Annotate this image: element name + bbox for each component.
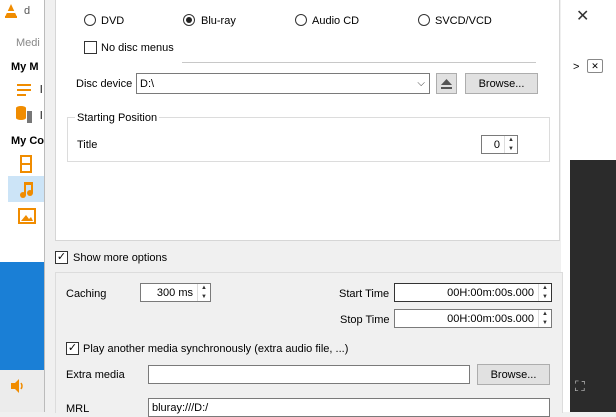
play-sync-checkbox[interactable]: ✓: [66, 342, 79, 355]
title-spinbox[interactable]: 0 ▲ ▼: [481, 135, 518, 154]
start-time-label: Start Time: [339, 288, 390, 300]
vlc-logo-icon: [4, 4, 18, 18]
disc-device-value: D:\: [140, 77, 155, 90]
eject-button[interactable]: [436, 73, 457, 94]
media-library-icon[interactable]: [14, 104, 34, 124]
videos-icon[interactable]: [16, 154, 36, 174]
disc-type-svcd-radio[interactable]: [418, 14, 430, 26]
disc-type-audiocd-radio[interactable]: [295, 14, 307, 26]
disc-type-audiocd-label: Audio CD: [312, 15, 360, 27]
pictures-icon[interactable]: [17, 206, 37, 226]
starting-position-title: Starting Position: [75, 112, 160, 124]
open-media-dialog: DVD Blu-ray Audio CD SVCD/VCD No disc me…: [44, 0, 563, 417]
disc-device-combobox[interactable]: D:\ ⌵: [136, 73, 430, 94]
eject-icon: [441, 78, 452, 89]
background-control-bar: [0, 370, 44, 412]
disc-type-bluray-label: Blu-ray: [201, 15, 236, 27]
stop-time-value: 00H:00m:00s.000: [447, 312, 534, 325]
extra-media-browse-button[interactable]: Browse...: [477, 364, 550, 385]
close-icon[interactable]: ✕: [576, 6, 589, 26]
disc-type-bluray-radio[interactable]: [183, 14, 195, 26]
mrl-label: MRL: [66, 403, 90, 415]
disc-type-dvd-label: DVD: [101, 15, 125, 27]
title-label: Title: [77, 139, 98, 151]
clear-search-icon[interactable]: ✕: [587, 59, 603, 73]
stop-time-spinbox[interactable]: 00H:00m:00s.000 ▲ ▼: [394, 309, 552, 328]
caching-value: 300 ms: [156, 286, 193, 299]
show-more-options-label: Show more options: [73, 252, 168, 264]
disc-type-dvd-radio[interactable]: [84, 14, 96, 26]
playlist-icon[interactable]: [16, 80, 36, 100]
play-sync-label: Play another media synchronously (extra …: [83, 343, 349, 355]
start-time-spinbox[interactable]: 00H:00m:00s.000 ▲ ▼: [394, 283, 552, 302]
show-more-options-checkbox[interactable]: ✓: [55, 251, 68, 264]
background-right-fragment: >: [573, 61, 580, 73]
extra-media-label: Extra media: [66, 369, 125, 381]
background-video-area-right: ⛶: [570, 160, 616, 412]
mrl-field: bluray:///D:/: [148, 398, 550, 417]
start-time-value: 00H:00m:00s.000: [447, 286, 534, 299]
stop-time-label: Stop Time: [340, 314, 390, 326]
volume-icon[interactable]: [10, 379, 26, 396]
disc-type-svcd-label: SVCD/VCD: [435, 15, 492, 27]
disc-browse-button[interactable]: Browse...: [465, 73, 538, 94]
sidebar-item-letter: l: [40, 84, 43, 96]
extra-media-input[interactable]: [148, 365, 470, 384]
no-disc-menus-label: No disc menus: [101, 42, 174, 54]
caching-label: Caching: [66, 288, 107, 300]
divider: [182, 62, 536, 63]
no-disc-menus-checkbox[interactable]: [84, 41, 97, 54]
chevron-down-icon[interactable]: ⌵: [417, 78, 429, 89]
my-computer-heading: My Co: [11, 135, 44, 147]
fullscreen-icon[interactable]: ⛶: [575, 378, 585, 395]
title-value: 0: [493, 138, 500, 151]
my-media-heading: My M: [11, 61, 39, 73]
background-menu-fragment: Medi: [16, 37, 40, 49]
sidebar-item-letter: l: [40, 110, 43, 122]
disc-tab-pane: DVD Blu-ray Audio CD SVCD/VCD No disc me…: [55, 0, 560, 241]
background-title-fragment: d: [24, 5, 31, 17]
caching-spinbox[interactable]: 300 ms ▲ ▼: [140, 283, 211, 302]
disc-device-label: Disc device: [76, 78, 133, 90]
music-icon[interactable]: [17, 180, 37, 200]
